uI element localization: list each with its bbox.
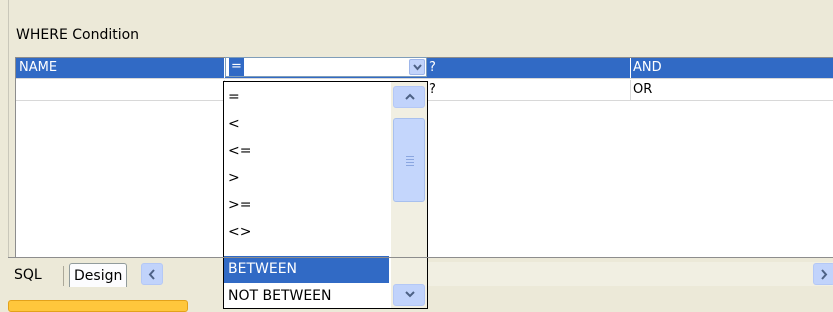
row-divider [16, 78, 833, 79]
value-cell[interactable]: ? [426, 58, 629, 78]
value-cell[interactable]: ? [426, 80, 629, 100]
logic-cell[interactable]: OR [630, 80, 833, 100]
list-item[interactable]: NOT BETWEEN [224, 283, 389, 308]
dropdown-scrollbar[interactable] [391, 82, 427, 308]
chevron-right-icon[interactable] [813, 263, 833, 285]
frame-border [8, 0, 9, 258]
operator-dropdown-list[interactable]: = < <= > >= <> BETWEEN NOT BETWEEN [223, 81, 428, 309]
field-cell[interactable]: NAME [16, 58, 224, 78]
section-title: WHERE Condition [16, 27, 140, 43]
operator-combo-value: = [229, 58, 244, 76]
logic-cell[interactable]: AND [630, 58, 833, 78]
list-item[interactable]: <= [224, 138, 389, 165]
list-item[interactable]: < [224, 111, 389, 138]
list-item[interactable]: <> [224, 219, 389, 246]
tab-divider [63, 266, 64, 286]
list-item[interactable]: = [224, 84, 389, 111]
list-item-highlighted[interactable]: BETWEEN [224, 256, 389, 283]
chevron-down-icon[interactable] [393, 284, 425, 306]
tab-design[interactable]: Design [69, 263, 128, 287]
tab-sql[interactable]: SQL [10, 263, 46, 287]
field-cell[interactable] [16, 80, 224, 100]
list-item[interactable]: >= [224, 192, 389, 219]
operator-combo[interactable]: = [225, 57, 427, 77]
chevron-down-icon[interactable] [409, 59, 425, 75]
divider [8, 257, 833, 258]
scrollbar-thumb[interactable] [393, 118, 425, 202]
list-item[interactable]: > [224, 165, 389, 192]
chevron-left-icon[interactable] [141, 263, 163, 285]
chevron-up-icon[interactable] [393, 86, 425, 108]
horizontal-scrollbar[interactable] [428, 262, 833, 286]
active-tab-indicator [8, 300, 188, 312]
